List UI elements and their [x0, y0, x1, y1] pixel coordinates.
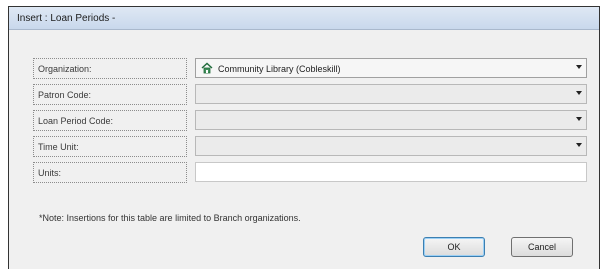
patron-code-select[interactable]: [195, 84, 587, 104]
branch-note: *Note: Insertions for this table are lim…: [39, 213, 301, 223]
loan-period-code-label: Loan Period Code:: [33, 110, 187, 131]
dialog-titlebar[interactable]: Insert : Loan Periods -: [9, 7, 599, 30]
patron-code-label: Patron Code:: [33, 84, 187, 105]
organization-label: Organization:: [33, 58, 187, 79]
loan-period-code-row: Loan Period Code:: [33, 110, 587, 136]
time-unit-row: Time Unit:: [33, 136, 587, 162]
insert-form: Organization: Community Library (Coblesk…: [33, 58, 587, 188]
organization-value: Community Library (Cobleskill): [218, 64, 341, 74]
units-label: Units:: [33, 162, 187, 183]
dialog-title: Insert : Loan Periods -: [17, 13, 116, 24]
loan-period-code-select[interactable]: [195, 110, 587, 130]
chevron-down-icon[interactable]: [576, 117, 582, 121]
units-row: Units:: [33, 162, 587, 188]
patron-code-row: Patron Code:: [33, 84, 587, 110]
insert-loan-periods-dialog: Insert : Loan Periods - Organization: Co…: [8, 6, 600, 269]
time-unit-label: Time Unit:: [33, 136, 187, 157]
organization-row: Organization: Community Library (Coblesk…: [33, 58, 587, 84]
house-icon: [201, 62, 213, 74]
ok-button[interactable]: OK: [423, 237, 485, 257]
units-input[interactable]: [195, 162, 587, 182]
chevron-down-icon[interactable]: [576, 91, 582, 95]
chevron-down-icon[interactable]: [576, 65, 582, 69]
time-unit-select[interactable]: [195, 136, 587, 156]
chevron-down-icon[interactable]: [576, 143, 582, 147]
cancel-button[interactable]: Cancel: [511, 237, 573, 257]
organization-select[interactable]: Community Library (Cobleskill): [195, 58, 587, 78]
